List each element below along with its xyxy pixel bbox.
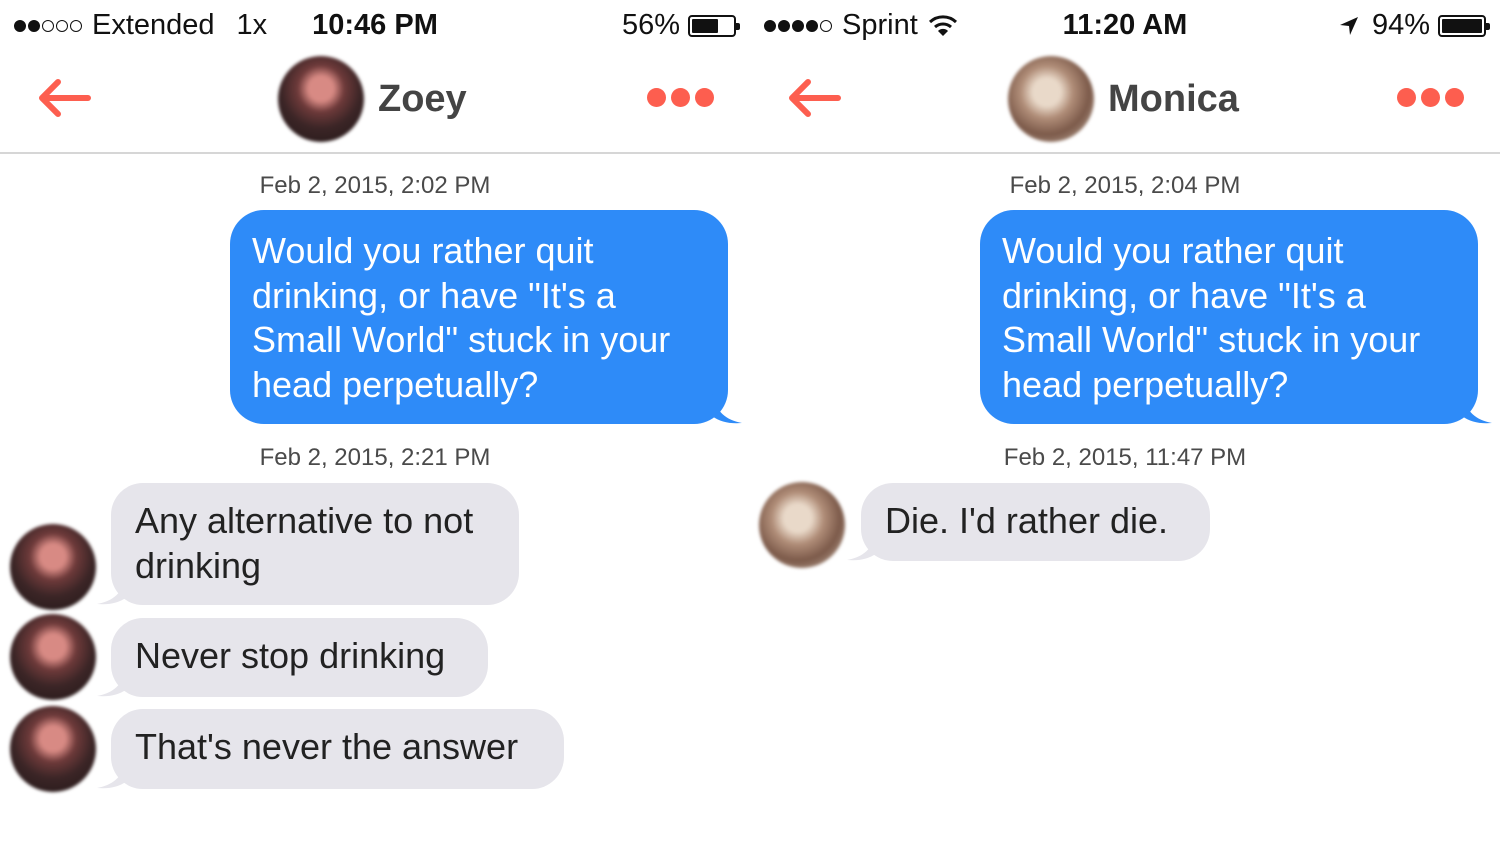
contact-header[interactable]: Monica (1008, 56, 1239, 142)
message-text: Would you rather quit drinking, or have … (1002, 230, 1421, 405)
contact-name: Monica (1108, 77, 1239, 120)
message-timestamp: Feb 2, 2015, 11:47 PM (1003, 444, 1247, 471)
battery-percent: 56% (621, 9, 680, 41)
bubble-tail (847, 531, 877, 561)
incoming-message[interactable]: Never stop drinking (97, 618, 488, 697)
battery-icon (688, 14, 740, 37)
contact-avatar[interactable] (1008, 56, 1094, 142)
bubble-tail (712, 394, 742, 424)
sender-avatar[interactable] (759, 482, 845, 568)
battery-percent: 94% (1371, 9, 1430, 41)
bubble-tail (1462, 394, 1492, 424)
message-timestamp: Feb 2, 2015, 2:02 PM (259, 172, 491, 199)
bubble-tail (97, 759, 127, 789)
status-bar: Extended 1x 10:46 PM 56% (0, 0, 750, 52)
more-options-icon[interactable] (1397, 88, 1464, 107)
bubble-tail (97, 575, 127, 605)
contact-avatar[interactable] (278, 56, 364, 142)
incoming-message[interactable]: Any alternative to not drinking (97, 483, 519, 605)
incoming-message[interactable]: That's never the answer (97, 709, 564, 789)
battery-icon (1438, 14, 1490, 37)
incoming-message[interactable]: Die. I'd rather die. (847, 483, 1210, 561)
back-arrow-icon[interactable] (36, 78, 92, 118)
conversation-panel-monica: Sprint 11:20 AM 94% Monica Feb 2, 2015, … (750, 0, 1500, 866)
message-text: Any alternative to not drinking (135, 500, 474, 586)
bubble-tail (97, 667, 127, 697)
conversation-panel-zoey: Extended 1x 10:46 PM 56% Zoey Feb 2, 201… (0, 0, 750, 866)
message-text: Never stop drinking (135, 635, 446, 676)
contact-header[interactable]: Zoey (278, 56, 467, 142)
outgoing-message[interactable]: Would you rather quit drinking, or have … (230, 210, 742, 424)
outgoing-message[interactable]: Would you rather quit drinking, or have … (980, 210, 1492, 424)
status-bar: Sprint 11:20 AM 94% (750, 0, 1500, 52)
sender-avatar[interactable] (10, 706, 96, 792)
chat-header: Zoey (0, 52, 750, 154)
message-text: Would you rather quit drinking, or have … (252, 230, 671, 405)
more-options-icon[interactable] (647, 88, 714, 107)
message-timestamp: Feb 2, 2015, 2:21 PM (259, 444, 491, 471)
sender-avatar[interactable] (10, 614, 96, 700)
chat-header: Monica (750, 52, 1500, 154)
message-text: That's never the answer (135, 726, 519, 767)
location-arrow-icon (1339, 16, 1358, 35)
message-timestamp: Feb 2, 2015, 2:04 PM (1009, 172, 1241, 199)
sender-avatar[interactable] (10, 524, 96, 610)
message-text: Die. I'd rather die. (885, 500, 1169, 541)
back-arrow-icon[interactable] (786, 78, 842, 118)
contact-name: Zoey (378, 77, 467, 120)
